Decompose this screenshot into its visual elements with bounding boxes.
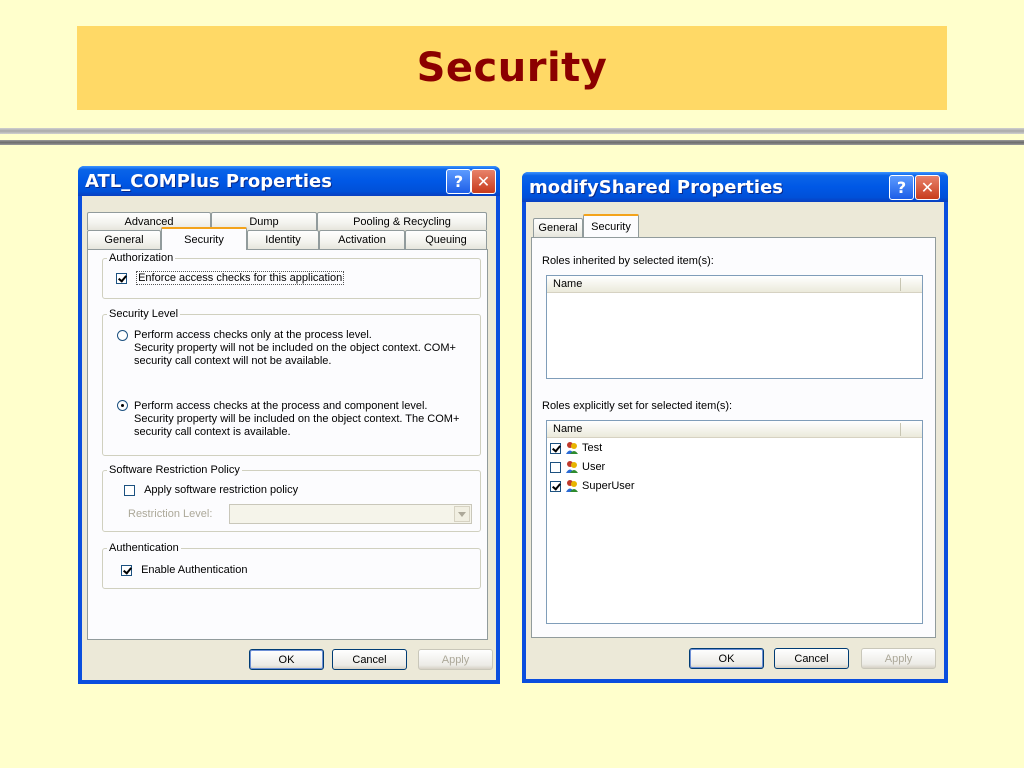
ok-button[interactable]: OK <box>689 648 764 669</box>
inherited-roles-label: Roles inherited by selected item(s): <box>542 255 714 267</box>
role-checkbox[interactable] <box>550 442 561 454</box>
component-level-text: Perform access checks at the process and… <box>134 400 460 438</box>
help-icon: ? <box>896 178 907 197</box>
tab-identity[interactable]: Identity <box>247 230 319 249</box>
dialog2-client: General Security Roles inherited by sele… <box>526 202 944 679</box>
authentication-legend: Authentication <box>109 542 179 554</box>
role-icon <box>566 480 578 492</box>
enable-authentication-checkbox-row[interactable]: Enable Authentication <box>121 564 247 576</box>
process-level-radio-row[interactable] <box>117 330 128 344</box>
enable-authentication-label: Enable Authentication <box>141 564 248 576</box>
security-level-legend: Security Level <box>109 308 179 320</box>
security-tab-panel: Roles inherited by selected item(s): Nam… <box>531 237 936 638</box>
role-checkbox[interactable] <box>550 461 561 473</box>
role-name: Test <box>582 441 603 454</box>
component-level-radio[interactable] <box>117 400 128 411</box>
divider-light <box>0 128 1024 134</box>
authorization-legend: Authorization <box>109 252 174 264</box>
security-tab-panel: Authorization Enforce access checks for … <box>87 249 488 640</box>
enforce-access-checkbox[interactable] <box>116 272 127 284</box>
software-restriction-legend: Software Restriction Policy <box>109 464 240 476</box>
slide-title-band: Security <box>77 26 947 110</box>
restriction-level-label: Restriction Level: <box>128 508 213 520</box>
role-name: SuperUser <box>582 479 635 492</box>
modifyshared-properties-dialog: modifyShared Properties ? ✕ General Secu… <box>522 172 948 683</box>
enforce-access-label: Enforce access checks for this applicati… <box>136 271 345 285</box>
dialog1-title: ATL_COMPlus Properties <box>85 170 332 192</box>
role-row[interactable]: Test <box>550 441 602 455</box>
process-level-radio[interactable] <box>117 330 128 341</box>
explicit-roles-label: Roles explicitly set for selected item(s… <box>542 400 733 412</box>
slide-title: Security <box>416 45 608 91</box>
explicit-roles-list[interactable]: Name Test User SuperUser <box>546 420 923 624</box>
tab-general[interactable]: General <box>533 218 583 237</box>
dropdown-arrow-icon <box>454 506 470 522</box>
role-name: User <box>582 460 606 473</box>
apply-srp-checkbox[interactable] <box>124 484 135 496</box>
tab-pooling-recycling[interactable]: Pooling & Recycling <box>317 212 487 230</box>
help-button[interactable]: ? <box>446 169 471 194</box>
enforce-access-checkbox-row[interactable]: Enforce access checks for this applicati… <box>116 271 345 285</box>
tab-general[interactable]: General <box>87 230 161 249</box>
dialog2-title: modifyShared Properties <box>529 176 784 198</box>
role-row[interactable]: User <box>550 460 605 474</box>
role-checkbox[interactable] <box>550 480 561 492</box>
tab-queuing[interactable]: Queuing <box>405 230 487 249</box>
divider-dark <box>0 140 1024 145</box>
apply-button[interactable]: Apply <box>861 648 936 669</box>
dialog2-titlebar[interactable]: modifyShared Properties ? ✕ <box>522 172 948 202</box>
role-row[interactable]: SuperUser <box>550 479 635 493</box>
inherited-name-column-header[interactable]: Name <box>547 276 922 293</box>
help-button[interactable]: ? <box>889 175 914 200</box>
dialog1-titlebar[interactable]: ATL_COMPlus Properties ? ✕ <box>78 166 500 196</box>
tab-activation[interactable]: Activation <box>319 230 405 249</box>
enable-authentication-checkbox[interactable] <box>121 564 132 576</box>
apply-srp-checkbox-row[interactable]: Apply software restriction policy <box>124 484 298 496</box>
close-icon: ✕ <box>476 172 491 191</box>
ok-button[interactable]: OK <box>249 649 324 670</box>
close-button[interactable]: ✕ <box>915 175 940 200</box>
role-icon <box>566 461 578 473</box>
process-level-text: Perform access checks only at the proces… <box>134 329 456 367</box>
atl-complus-properties-dialog: ATL_COMPlus Properties ? ✕ Advanced Dump… <box>78 166 500 684</box>
close-icon: ✕ <box>920 178 935 197</box>
cancel-button[interactable]: Cancel <box>332 649 407 670</box>
role-icon <box>566 442 578 454</box>
apply-srp-label: Apply software restriction policy <box>144 484 299 496</box>
restriction-level-dropdown[interactable] <box>229 504 472 524</box>
close-button[interactable]: ✕ <box>471 169 496 194</box>
apply-button[interactable]: Apply <box>418 649 493 670</box>
cancel-button[interactable]: Cancel <box>774 648 849 669</box>
inherited-roles-list[interactable]: Name <box>546 275 923 379</box>
help-icon: ? <box>453 172 464 191</box>
tab-security[interactable]: Security <box>583 214 639 237</box>
tab-security[interactable]: Security <box>161 227 247 250</box>
explicit-name-column-header[interactable]: Name <box>547 421 922 438</box>
dialog1-client: Advanced Dump Pooling & Recycling Genera… <box>82 196 496 680</box>
component-level-radio-row[interactable] <box>117 400 128 414</box>
